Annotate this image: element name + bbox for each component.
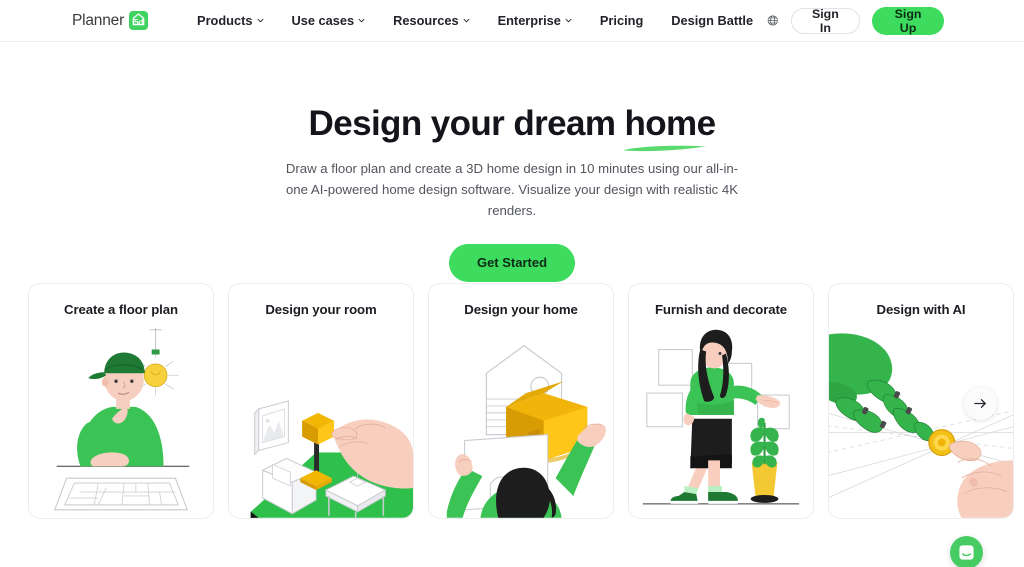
nav-label: Enterprise bbox=[497, 13, 561, 28]
nav-item-design-battle[interactable]: Design Battle bbox=[657, 0, 767, 42]
nav-label: Products bbox=[197, 13, 253, 28]
logo-mark-label: 5d bbox=[133, 16, 144, 27]
sign-up-button[interactable]: Sign Up bbox=[872, 6, 944, 35]
nav-item-use-cases[interactable]: Use cases bbox=[278, 0, 380, 42]
feature-card-create-a-floor-plan[interactable]: Create a floor plan bbox=[28, 283, 214, 519]
sign-in-button[interactable]: Sign In bbox=[790, 7, 861, 35]
card-title: Furnish and decorate bbox=[654, 302, 788, 317]
logo[interactable]: Planner 5d bbox=[72, 11, 149, 30]
carousel-next-button[interactable] bbox=[964, 387, 997, 420]
card-title: Design with AI bbox=[876, 302, 966, 317]
nav-label: Resources bbox=[393, 13, 459, 28]
feature-card-carousel: Create a floor plan Design your room Des… bbox=[28, 283, 1024, 519]
feature-card-design-your-room[interactable]: Design your room bbox=[228, 283, 414, 519]
chevron-down-icon bbox=[257, 18, 263, 23]
brush-underline-icon bbox=[622, 145, 706, 151]
globe-icon[interactable] bbox=[767, 12, 778, 29]
card-illustration-hand-placing-lamp-isometric-room bbox=[229, 284, 413, 518]
card-illustration-person-at-desk-with-floorplan bbox=[29, 284, 213, 518]
card-illustration-woman-holding-house-model bbox=[429, 284, 613, 518]
nav-item-resources[interactable]: Resources bbox=[379, 0, 483, 42]
hero-title-highlight-wrap: home bbox=[622, 104, 717, 151]
nav-label: Pricing bbox=[599, 13, 644, 28]
primary-nav: Products Use cases Resources Enterprise … bbox=[183, 0, 767, 42]
nav-item-products[interactable]: Products bbox=[183, 0, 277, 42]
arrow-right-icon bbox=[974, 399, 986, 408]
card-illustration-woman-hanging-picture-frames bbox=[629, 284, 813, 518]
page-root: Planner 5d Products Use cases Resources bbox=[0, 0, 1024, 567]
chevron-down-icon bbox=[565, 18, 572, 23]
site-header: Planner 5d Products Use cases Resources bbox=[0, 0, 1024, 42]
card-title: Design your room bbox=[265, 302, 377, 317]
hero-title-highlight: home bbox=[624, 104, 717, 143]
chevron-down-icon bbox=[463, 18, 469, 23]
nav-item-enterprise[interactable]: Enterprise bbox=[484, 0, 586, 42]
logo-text: Planner bbox=[72, 11, 125, 29]
header-actions: Sign In Sign Up bbox=[767, 6, 944, 35]
nav-label: Use cases bbox=[291, 13, 355, 28]
chevron-down-icon bbox=[358, 18, 365, 23]
get-started-button[interactable]: Get Started bbox=[448, 243, 576, 282]
hero-title-lead: Design your dream bbox=[308, 104, 625, 143]
chat-launcher-button[interactable] bbox=[950, 536, 983, 567]
hero-subtitle: Draw a floor plan and create a 3D home d… bbox=[285, 160, 739, 219]
feature-card-furnish-and-decorate[interactable]: Furnish and decorate bbox=[628, 283, 814, 519]
page-title: Design your dream home bbox=[308, 104, 717, 151]
logo-mark: 5d bbox=[129, 11, 149, 30]
nav-label: Design Battle bbox=[671, 13, 754, 28]
hero-section: Design your dream home Draw a floor plan… bbox=[0, 42, 1024, 282]
nav-item-pricing[interactable]: Pricing bbox=[586, 0, 657, 42]
card-title: Create a floor plan bbox=[64, 302, 178, 317]
feature-card-design-your-home[interactable]: Design your home bbox=[428, 283, 614, 519]
card-title: Design your home bbox=[464, 302, 578, 317]
chat-bubble-icon bbox=[959, 545, 974, 560]
